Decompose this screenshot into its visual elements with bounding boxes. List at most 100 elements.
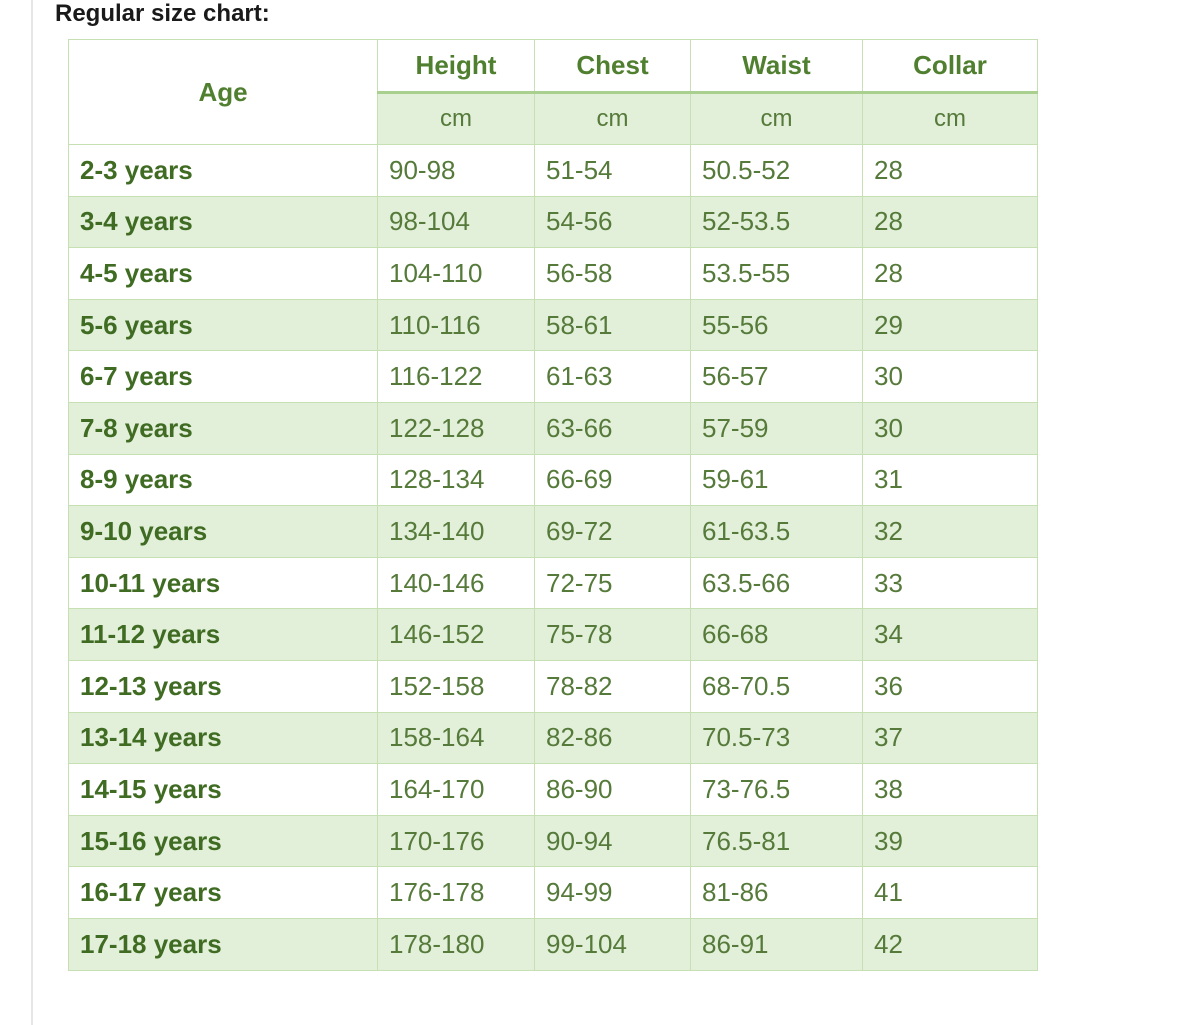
table-row: 16-17 years 176-178 94-99 81-86 41 <box>68 866 1038 919</box>
waist-cell: 52-53.5 <box>690 195 863 249</box>
height-cell: 110-116 <box>377 298 535 352</box>
chest-cell: 82-86 <box>534 711 691 765</box>
waist-cell: 73-76.5 <box>690 763 863 816</box>
chest-cell: 99-104 <box>534 917 691 971</box>
table-row: 2-3 years 90-98 51-54 50.5-52 28 <box>68 144 1038 197</box>
chest-cell: 75-78 <box>534 608 691 661</box>
waist-cell: 50.5-52 <box>690 144 863 197</box>
waist-cell: 59-61 <box>690 453 863 507</box>
age-cell: 15-16 years <box>68 814 378 868</box>
waist-cell: 56-57 <box>690 350 863 403</box>
height-cell: 128-134 <box>377 453 535 507</box>
chest-cell: 72-75 <box>534 556 691 610</box>
chest-cell: 54-56 <box>534 195 691 249</box>
waist-cell: 68-70.5 <box>690 659 863 713</box>
height-cell: 170-176 <box>377 814 535 868</box>
chest-cell: 61-63 <box>534 350 691 403</box>
age-cell: 11-12 years <box>68 608 378 661</box>
collar-cell: 31 <box>862 453 1038 507</box>
collar-cell: 38 <box>862 763 1038 816</box>
height-cell: 104-110 <box>377 247 535 300</box>
chest-cell: 86-90 <box>534 763 691 816</box>
age-cell: 2-3 years <box>68 144 378 197</box>
unit-chest: cm <box>534 92 691 145</box>
table-row: 6-7 years 116-122 61-63 56-57 30 <box>68 350 1038 403</box>
height-cell: 152-158 <box>377 659 535 713</box>
chest-cell: 78-82 <box>534 659 691 713</box>
collar-cell: 33 <box>862 556 1038 610</box>
chest-cell: 56-58 <box>534 247 691 300</box>
table-row: 8-9 years 128-134 66-69 59-61 31 <box>68 453 1038 507</box>
table-row: 14-15 years 164-170 86-90 73-76.5 38 <box>68 763 1038 816</box>
page-title: Regular size chart: <box>55 0 270 27</box>
table-row: 17-18 years 178-180 99-104 86-91 42 <box>68 917 1038 971</box>
age-cell: 12-13 years <box>68 659 378 713</box>
collar-cell: 42 <box>862 917 1038 971</box>
table-row: 4-5 years 104-110 56-58 53.5-55 28 <box>68 247 1038 300</box>
table-body: 2-3 years 90-98 51-54 50.5-52 28 3-4 yea… <box>68 144 1038 971</box>
age-cell: 6-7 years <box>68 350 378 403</box>
age-cell: 7-8 years <box>68 401 378 455</box>
page-left-rule <box>31 0 33 1025</box>
size-chart-table: Age Height Chest Waist Collar cm cm cm c… <box>68 39 1038 971</box>
unit-waist: cm <box>690 92 863 145</box>
collar-cell: 41 <box>862 866 1038 919</box>
height-cell: 158-164 <box>377 711 535 765</box>
table-row: 10-11 years 140-146 72-75 63.5-66 33 <box>68 556 1038 610</box>
height-cell: 164-170 <box>377 763 535 816</box>
table-row: 12-13 years 152-158 78-82 68-70.5 36 <box>68 659 1038 713</box>
height-cell: 146-152 <box>377 608 535 661</box>
collar-cell: 39 <box>862 814 1038 868</box>
height-cell: 116-122 <box>377 350 535 403</box>
header-collar: Collar <box>862 39 1038 94</box>
waist-cell: 53.5-55 <box>690 247 863 300</box>
collar-cell: 28 <box>862 144 1038 197</box>
waist-cell: 86-91 <box>690 917 863 971</box>
age-cell: 4-5 years <box>68 247 378 300</box>
height-cell: 134-140 <box>377 505 535 558</box>
unit-collar: cm <box>862 92 1038 145</box>
collar-cell: 28 <box>862 247 1038 300</box>
chest-cell: 69-72 <box>534 505 691 558</box>
chest-cell: 58-61 <box>534 298 691 352</box>
chest-cell: 94-99 <box>534 866 691 919</box>
collar-cell: 32 <box>862 505 1038 558</box>
table-row: 9-10 years 134-140 69-72 61-63.5 32 <box>68 505 1038 558</box>
collar-cell: 36 <box>862 659 1038 713</box>
age-cell: 9-10 years <box>68 505 378 558</box>
chest-cell: 51-54 <box>534 144 691 197</box>
age-cell: 13-14 years <box>68 711 378 765</box>
age-cell: 10-11 years <box>68 556 378 610</box>
height-cell: 178-180 <box>377 917 535 971</box>
waist-cell: 76.5-81 <box>690 814 863 868</box>
age-cell: 5-6 years <box>68 298 378 352</box>
age-cell: 14-15 years <box>68 763 378 816</box>
height-cell: 90-98 <box>377 144 535 197</box>
table-header: Age Height Chest Waist Collar cm cm cm c… <box>68 39 1038 145</box>
height-cell: 122-128 <box>377 401 535 455</box>
collar-cell: 30 <box>862 350 1038 403</box>
waist-cell: 81-86 <box>690 866 863 919</box>
waist-cell: 61-63.5 <box>690 505 863 558</box>
table-row: 5-6 years 110-116 58-61 55-56 29 <box>68 298 1038 352</box>
height-cell: 176-178 <box>377 866 535 919</box>
collar-cell: 30 <box>862 401 1038 455</box>
collar-cell: 37 <box>862 711 1038 765</box>
collar-cell: 29 <box>862 298 1038 352</box>
waist-cell: 66-68 <box>690 608 863 661</box>
unit-height: cm <box>377 92 535 145</box>
table-row: 7-8 years 122-128 63-66 57-59 30 <box>68 401 1038 455</box>
age-cell: 17-18 years <box>68 917 378 971</box>
header-chest: Chest <box>534 39 691 94</box>
height-cell: 140-146 <box>377 556 535 610</box>
table-row: 11-12 years 146-152 75-78 66-68 34 <box>68 608 1038 661</box>
chest-cell: 63-66 <box>534 401 691 455</box>
chest-cell: 90-94 <box>534 814 691 868</box>
waist-cell: 63.5-66 <box>690 556 863 610</box>
waist-cell: 70.5-73 <box>690 711 863 765</box>
header-height: Height <box>377 39 535 94</box>
chest-cell: 66-69 <box>534 453 691 507</box>
waist-cell: 57-59 <box>690 401 863 455</box>
table-row: 15-16 years 170-176 90-94 76.5-81 39 <box>68 814 1038 868</box>
table-row: 3-4 years 98-104 54-56 52-53.5 28 <box>68 195 1038 249</box>
